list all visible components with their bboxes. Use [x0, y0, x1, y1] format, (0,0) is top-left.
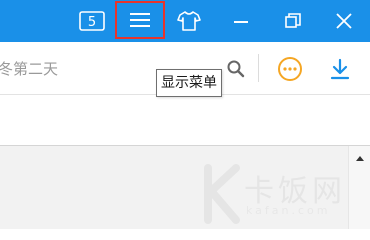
more-button[interactable] — [276, 55, 304, 83]
more-circle-icon — [278, 57, 302, 81]
minimize-button[interactable] — [219, 4, 263, 38]
title-bar: 5 — [0, 0, 370, 42]
scroll-up-button[interactable] — [353, 152, 367, 164]
tab-count-text: 5 — [88, 15, 96, 30]
hamburger-menu-icon — [130, 13, 150, 27]
scroll-up-arrow-icon — [356, 155, 364, 161]
vertical-scrollbar[interactable] — [348, 146, 370, 229]
restore-button[interactable] — [271, 4, 315, 38]
page-content — [0, 146, 348, 229]
show-menu-tooltip: 显示菜单 — [156, 69, 222, 97]
minimize-icon — [234, 21, 248, 23]
close-button[interactable] — [322, 4, 366, 38]
tshirt-icon — [177, 11, 201, 31]
close-icon — [336, 13, 352, 29]
download-icon — [330, 58, 350, 80]
search-icon — [227, 60, 245, 78]
download-button[interactable] — [326, 55, 354, 83]
tab-count-button[interactable]: 5 — [70, 4, 114, 38]
toolbar-separator — [258, 54, 259, 82]
show-menu-button[interactable] — [115, 1, 165, 39]
restore-icon — [285, 13, 301, 28]
tab-count-icon: 5 — [79, 11, 105, 31]
bookmark-bar — [0, 95, 370, 145]
search-button[interactable] — [224, 57, 248, 81]
skin-button[interactable] — [167, 4, 211, 38]
address-input-text[interactable]: 冬第二天 — [0, 58, 58, 79]
